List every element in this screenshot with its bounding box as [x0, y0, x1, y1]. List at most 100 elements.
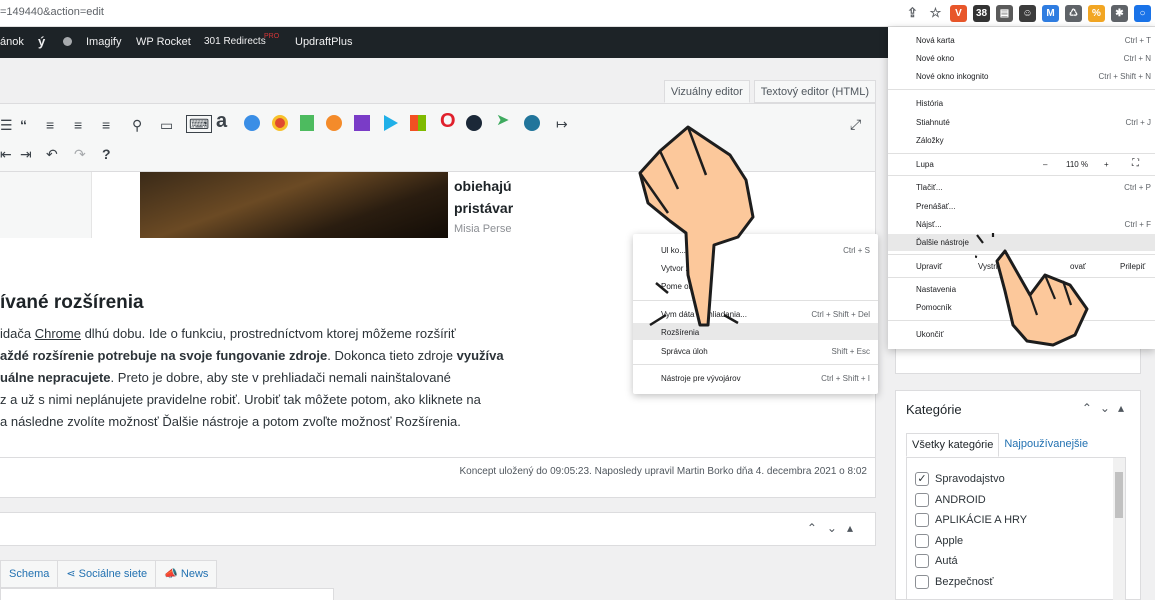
url-text[interactable]: =149440&action=edit: [0, 6, 104, 18]
alien-extension-icon[interactable]: ☺: [1019, 4, 1036, 22]
menu-more-tools[interactable]: Ďalšie nástroje: [916, 238, 969, 247]
blockquote-icon[interactable]: “: [20, 117, 27, 133]
category-checkbox[interactable]: [915, 533, 929, 548]
tab-popular-categories[interactable]: Najpoužívanejšie: [999, 433, 1093, 457]
coupon-extension-icon[interactable]: %: [1088, 4, 1105, 22]
category-item[interactable]: Bezpečnosť: [915, 574, 994, 589]
shortcut: Ctrl + P: [1124, 183, 1151, 192]
scrollbar[interactable]: [1113, 458, 1125, 600]
category-item[interactable]: ANDROID: [915, 492, 986, 507]
menu-exit[interactable]: Ukončiť: [916, 330, 943, 339]
tab-visual-editor[interactable]: Vizuálny editor: [663, 80, 750, 103]
fullscreen-icon[interactable]: ⤢: [850, 116, 861, 132]
shortcut: Ctrl + Shift + I: [821, 374, 870, 383]
amazon-icon[interactable]: a: [216, 111, 227, 131]
menu-new-window[interactable]: Nové okno: [916, 54, 954, 63]
exit-icon[interactable]: ↦: [556, 116, 568, 132]
text-span: dlhú dobu. Ide o funkciu, prostredníctvo…: [80, 326, 456, 341]
menu-print[interactable]: Tlačiť...: [916, 183, 943, 192]
app-icon[interactable]: [354, 115, 370, 131]
indent-icon[interactable]: ⇤: [0, 146, 12, 162]
puzzle-extensions-icon[interactable]: ✱: [1111, 4, 1128, 22]
notes-extension-icon[interactable]: ▤: [996, 4, 1013, 22]
chrome-link[interactable]: Chrome: [35, 326, 81, 341]
profile-icon[interactable]: ○: [1134, 4, 1151, 22]
adminbar-item-redirects[interactable]: 301 Redirects: [204, 36, 266, 47]
menu-downloads[interactable]: Stiahnuté: [916, 118, 950, 127]
categories-controls[interactable]: ⌃⌄▴: [1082, 401, 1132, 415]
menu-paste[interactable]: Prilepiť: [1120, 262, 1145, 271]
browser-address-bar[interactable]: =149440&action=edit ⇪ ☆ V 38 ▤ ☺ M ♺% ✱ ○: [0, 0, 1155, 27]
zoom-in-button[interactable]: +: [1104, 160, 1109, 169]
align-right-icon[interactable]: ≡: [102, 117, 110, 133]
zoom-out-button[interactable]: –: [1043, 160, 1047, 169]
category-checkbox[interactable]: [915, 513, 929, 527]
list-icon[interactable]: ☰: [0, 117, 13, 133]
menu-find[interactable]: Nájsť...: [916, 220, 942, 229]
paragraph-line-2: aždé rozšírenie potrebuje na svoje fungo…: [0, 348, 504, 363]
help-icon[interactable]: ?: [102, 146, 111, 162]
category-checkbox[interactable]: [915, 492, 929, 507]
read-more-icon[interactable]: ▭: [160, 117, 173, 133]
category-item[interactable]: ✓ Spravodajstvo: [915, 472, 1005, 486]
submenu-task-manager[interactable]: Správca úloh: [661, 347, 708, 356]
ticker-icon[interactable]: ➤: [496, 113, 509, 129]
align-center-icon[interactable]: ≡: [74, 117, 82, 133]
menu-bookmarks[interactable]: Záložky: [916, 136, 944, 145]
category-checkbox[interactable]: ✓: [915, 472, 929, 486]
menu-divider: [633, 364, 878, 365]
category-item[interactable]: Autá: [915, 554, 958, 568]
categories-title: Kategórie: [906, 402, 962, 417]
wordpress-icon[interactable]: [524, 115, 540, 131]
tab-text-editor[interactable]: Textový editor (HTML): [753, 80, 876, 103]
tab-news[interactable]: 📣 News: [155, 560, 218, 588]
android-icon[interactable]: [300, 115, 314, 131]
tab-social[interactable]: ⋖ Sociálne siete: [57, 560, 157, 588]
align-left-icon[interactable]: ≡: [46, 117, 54, 133]
category-checkbox[interactable]: [915, 554, 929, 568]
category-item[interactable]: Apple: [915, 533, 963, 548]
related-title-1: obiehajú: [454, 178, 512, 194]
category-checkbox[interactable]: [915, 574, 929, 589]
menu-cast[interactable]: Prenášať...: [916, 202, 955, 211]
submenu-devtools[interactable]: Nástroje pre vývojárov: [661, 374, 741, 383]
menu-incognito[interactable]: Nové okno inkognito: [916, 72, 989, 81]
section-heading: ívané rozšírenia: [0, 292, 144, 313]
chrome-store-icon[interactable]: [272, 115, 288, 131]
seo-tabs: Schema ⋖ Sociálne siete 📣 News: [0, 560, 218, 588]
image-left-part: [0, 172, 92, 238]
panel-controls[interactable]: ⌃⌄▴: [807, 521, 863, 535]
menu-new-tab[interactable]: Nová karta: [916, 36, 955, 45]
opera-icon[interactable]: O: [440, 111, 456, 131]
fullscreen-icon[interactable]: ⛶: [1132, 158, 1139, 169]
tab-schema[interactable]: Schema: [0, 560, 59, 588]
scrollbar-thumb[interactable]: [1115, 472, 1123, 518]
category-item[interactable]: APLIKÁCIE A HRY: [915, 513, 1027, 527]
undo-icon[interactable]: ↶: [46, 146, 58, 162]
adminbar-item-imagify[interactable]: Imagify: [86, 36, 121, 48]
mail-extension-icon[interactable]: M: [1042, 4, 1059, 22]
menu-history[interactable]: História: [916, 99, 943, 108]
adminbar-item-site[interactable]: ánok: [0, 36, 24, 48]
appstore-icon[interactable]: [244, 115, 260, 131]
google-play-icon[interactable]: [384, 115, 398, 131]
menu-help[interactable]: Pomocník: [916, 303, 952, 312]
windows-icon[interactable]: [410, 115, 426, 131]
link-icon[interactable]: ⚲: [132, 117, 142, 133]
steam-icon[interactable]: [466, 115, 482, 131]
vpn-extension-icon[interactable]: V: [950, 4, 967, 22]
yoast-icon[interactable]: ý: [38, 34, 45, 49]
firefox-icon[interactable]: [326, 115, 342, 131]
outdent-icon[interactable]: ⇥: [20, 146, 32, 162]
adminbar-item-updraftplus[interactable]: UpdraftPlus: [295, 36, 352, 48]
redo-icon[interactable]: ↷: [74, 146, 86, 162]
bookmark-star-icon[interactable]: ☆: [927, 5, 944, 22]
related-meta: Misia Perse: [454, 223, 512, 235]
menu-settings[interactable]: Nastavenia: [916, 285, 956, 294]
recycle-extension-icon[interactable]: ♺: [1065, 4, 1082, 22]
calendar-extension-icon[interactable]: 38: [973, 4, 990, 22]
keyboard-icon[interactable]: ⌨: [186, 115, 213, 133]
share-icon[interactable]: ⇪: [904, 5, 921, 22]
adminbar-item-wp-rocket[interactable]: WP Rocket: [136, 36, 191, 48]
tab-all-categories[interactable]: Všetky kategórie: [906, 433, 1000, 457]
